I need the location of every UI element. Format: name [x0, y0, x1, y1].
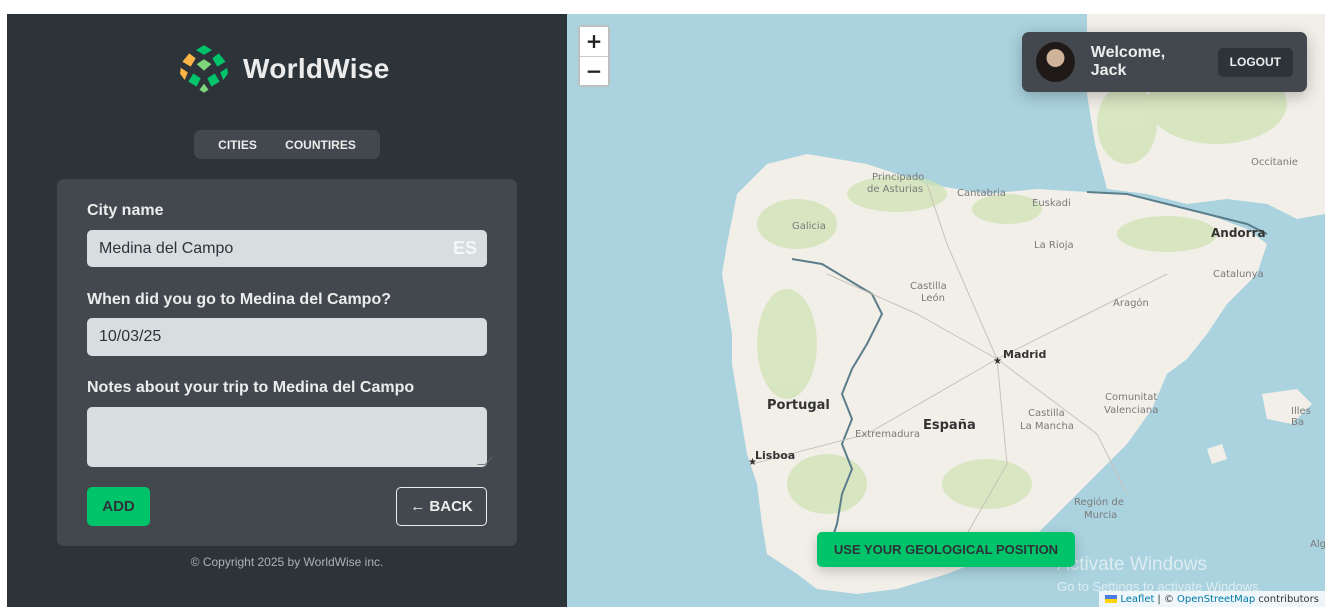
place-espana: España — [923, 418, 976, 433]
place-la-rioja: La Rioja — [1034, 240, 1074, 251]
welcome-text: Welcome, Jack — [1090, 44, 1166, 79]
svg-text:★: ★ — [993, 356, 1002, 367]
geolocation-button[interactable]: USE YOUR GEOLOGICAL POSITION — [817, 532, 1075, 567]
place-aragon: Aragón — [1113, 298, 1149, 309]
sidebar: WorldWise CITIES COUNTIRES City name Med… — [7, 14, 567, 607]
map-container[interactable]: ★ ★ Portugal España Madrid Lisboa Andorr… — [567, 14, 1325, 607]
zoom-in-button[interactable]: + — [580, 27, 608, 56]
city-name-label: City name — [87, 202, 164, 219]
place-asturias-2: de Asturias — [867, 184, 924, 195]
place-extremadura: Extremadura — [855, 429, 920, 440]
place-catalunya: Catalunya — [1213, 269, 1264, 280]
map-terrain: ★ ★ — [722, 14, 1325, 594]
nav-countries-link[interactable]: COUNTIRES — [285, 138, 356, 152]
place-castilla-leon-1: Castilla — [910, 281, 947, 292]
add-button[interactable]: ADD — [87, 487, 150, 526]
date-label: When did you go to Medina del Campo? — [87, 291, 391, 308]
place-comunitat-1: Comunitat — [1105, 392, 1158, 403]
date-value: 10/03/25 — [99, 328, 162, 345]
city-name-input[interactable]: Medina del Campo ES — [87, 230, 487, 267]
place-occitanie: Occitanie — [1251, 157, 1298, 168]
place-portugal: Portugal — [767, 398, 830, 413]
logout-button[interactable]: LOGOUT — [1217, 47, 1293, 77]
user-panel: Welcome, Jack LOGOUT — [1022, 32, 1307, 92]
add-city-form: City name Medina del Campo ES When did y… — [57, 179, 517, 546]
logo-text: WorldWise — [243, 53, 390, 84]
notes-label: Notes about your trip to Medina del Camp… — [87, 379, 415, 396]
zoom-out-button[interactable]: − — [580, 56, 608, 85]
ukraine-flag-icon — [1105, 595, 1118, 603]
place-euskadi: Euskadi — [1032, 198, 1071, 209]
place-galicia: Galicia — [792, 221, 826, 232]
city-name-value: Medina del Campo — [99, 239, 234, 257]
notes-textarea[interactable] — [87, 407, 493, 467]
globe-logo-icon — [177, 42, 231, 96]
leaflet-link[interactable]: Leaflet — [1120, 594, 1154, 605]
place-alg: Alg — [1310, 539, 1325, 550]
place-cantabria: Cantabria — [957, 188, 1006, 199]
place-andorra: Andorra — [1211, 226, 1266, 240]
country-flag-label: ES — [452, 238, 477, 258]
place-asturias-1: Principado — [872, 172, 925, 183]
place-murcia-2: Murcia — [1084, 510, 1118, 521]
place-murcia-1: Región de — [1074, 497, 1124, 508]
date-input[interactable]: 10/03/25 — [87, 318, 487, 356]
place-castilla-mancha-2: La Mancha — [1020, 421, 1074, 432]
osm-link[interactable]: OpenStreetMap — [1177, 594, 1255, 605]
resize-handle-icon[interactable] — [477, 457, 493, 465]
attribution-separator: | © — [1157, 593, 1174, 605]
nav-cities-link[interactable]: CITIES — [218, 138, 257, 152]
place-castilla-mancha-1: Castilla — [1028, 408, 1065, 419]
place-comunitat-2: Valenciana — [1104, 405, 1159, 416]
app-container: WorldWise CITIES COUNTIRES City name Med… — [7, 14, 1325, 607]
avatar — [1036, 42, 1075, 82]
map-attribution: Leaflet | © OpenStreetMap contributors — [1099, 591, 1325, 607]
place-illes: Illes Ba — [1291, 406, 1311, 428]
back-button[interactable]: ← BACK — [396, 487, 487, 526]
place-madrid: Madrid — [1003, 348, 1047, 361]
logo[interactable]: WorldWise — [177, 42, 390, 96]
copyright-text: © Copyright 2025 by WorldWise inc. — [190, 555, 384, 569]
place-castilla-leon-2: León — [921, 293, 946, 304]
place-lisboa: Lisboa — [755, 449, 796, 462]
activation-title: Activate Windows — [1057, 554, 1207, 575]
app-nav: CITIES COUNTIRES — [194, 130, 380, 159]
attribution-contributors: contributors — [1258, 593, 1319, 605]
zoom-control: + − — [578, 25, 610, 87]
